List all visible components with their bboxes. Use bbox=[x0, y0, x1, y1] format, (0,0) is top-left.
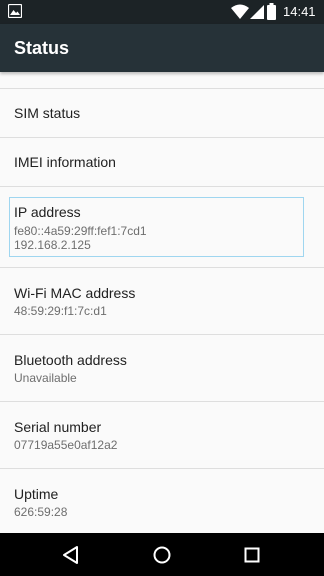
list-item-value: fe80::4a59:29ff:fef1:7cd1 192.168.2.125 bbox=[14, 224, 147, 252]
cell-signal-icon bbox=[250, 5, 264, 19]
list-item-label: SIM status bbox=[14, 105, 81, 121]
image-notification-icon bbox=[8, 4, 22, 18]
list-item-value: 48:59:29:f1:7c:d1 bbox=[14, 304, 107, 318]
home-icon[interactable] bbox=[150, 543, 174, 567]
page-title: Status bbox=[14, 38, 70, 58]
list-item-label: Uptime bbox=[14, 486, 59, 502]
recents-icon[interactable] bbox=[240, 543, 264, 567]
list-item-value: 626:59:28 bbox=[14, 505, 68, 519]
list-item-bluetooth-address[interactable]: Bluetooth address Unavailable bbox=[0, 335, 324, 401]
list-item-value: Unavailable bbox=[14, 371, 77, 385]
list-item-ip-address[interactable]: IP address fe80::4a59:29ff:fef1:7cd1 192… bbox=[0, 187, 324, 267]
list-item-label: IP address bbox=[14, 204, 81, 220]
list-item-label: Bluetooth address bbox=[14, 352, 127, 368]
list-item-serial-number[interactable]: Serial number 07719a55e0af12a2 bbox=[0, 402, 324, 468]
status-clock: 14:41 bbox=[283, 4, 316, 19]
navigation-bar bbox=[0, 533, 324, 576]
back-icon[interactable] bbox=[59, 543, 83, 567]
status-list: SIM status IMEI information IP address f… bbox=[0, 72, 324, 533]
list-item-sim-status[interactable]: SIM status bbox=[0, 89, 324, 137]
battery-icon bbox=[267, 3, 276, 20]
list-item-label: IMEI information bbox=[14, 154, 116, 170]
wifi-icon bbox=[231, 4, 249, 19]
list-item-imei-information[interactable]: IMEI information bbox=[0, 138, 324, 186]
list-item-label: Serial number bbox=[14, 419, 102, 435]
app-toolbar: Status bbox=[0, 24, 324, 72]
list-item-value: 07719a55e0af12a2 bbox=[14, 438, 118, 452]
list-item-wifi-mac-address[interactable]: Wi-Fi MAC address 48:59:29:f1:7c:d1 bbox=[0, 268, 324, 334]
list-item-uptime[interactable]: Uptime 626:59:28 bbox=[0, 469, 324, 533]
list-item-label: Wi-Fi MAC address bbox=[14, 285, 136, 301]
status-bar: 14:41 bbox=[0, 0, 324, 24]
